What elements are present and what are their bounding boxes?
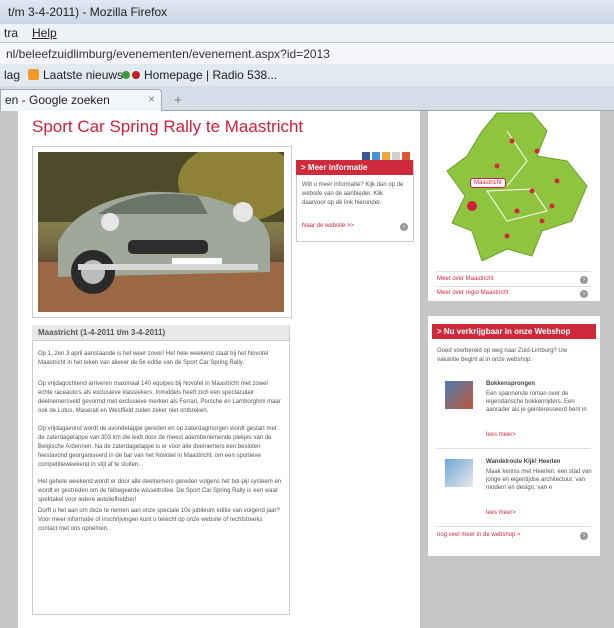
info-heading-text: > Meer informatie bbox=[301, 163, 368, 172]
book-thumbnail[interactable] bbox=[445, 381, 473, 409]
window-titlebar: t/m 3-4-2011) - Mozilla Firefox bbox=[0, 0, 614, 24]
tab-google-search[interactable]: en - Google zoeken × bbox=[0, 89, 162, 111]
twitter-icon[interactable] bbox=[372, 152, 380, 160]
article-heading-text: Maastricht (1-4-2011 t/m 3-4-2011) bbox=[38, 328, 166, 337]
arrow-icon[interactable]: › bbox=[580, 290, 588, 298]
plus-icon[interactable] bbox=[402, 152, 410, 160]
tab-strip: en - Google zoeken × + bbox=[0, 86, 614, 111]
rss-icon bbox=[28, 69, 39, 80]
share-icons bbox=[362, 147, 412, 160]
bookmark-latest-news[interactable]: Laatste nieuws bbox=[28, 68, 123, 82]
article-box bbox=[32, 325, 290, 615]
shop-item-desc: Maak kennis met Heerlen: een stad van jo… bbox=[486, 469, 592, 491]
website-link[interactable]: Naar de website >> bbox=[302, 223, 354, 229]
tab-label: en - Google zoeken bbox=[5, 93, 110, 107]
menu-item-help[interactable]: Help bbox=[32, 26, 57, 40]
article-paragraph: Het gehele weekend wordt er door alle de… bbox=[38, 479, 282, 503]
webshop-link[interactable]: nog veel meer in de webshop > bbox=[437, 532, 521, 538]
bookmark-label: Homepage | Radio 538... bbox=[144, 68, 278, 82]
info-text: Wilt u meer informatie? Kijk dan op de w… bbox=[302, 182, 404, 206]
article-paragraph: Durft u het aan om deze te nemen aan onz… bbox=[38, 508, 280, 532]
print-icon[interactable] bbox=[392, 152, 400, 160]
arrow-icon[interactable]: › bbox=[400, 223, 408, 231]
article-paragraph: Op 1, 2en 3 april aanstaande is het weer… bbox=[38, 351, 269, 366]
divider bbox=[437, 286, 591, 287]
article-heading: Maastricht (1-4-2011 t/m 3-4-2011) bbox=[32, 325, 289, 341]
shop-item-link[interactable]: lees meer> bbox=[486, 432, 516, 438]
divider bbox=[437, 271, 591, 272]
link-about-maastricht[interactable]: Meer over Maastricht bbox=[437, 276, 493, 282]
window-title: t/m 3-4-2011) - Mozilla Firefox bbox=[8, 5, 168, 19]
divider bbox=[437, 526, 591, 527]
shop-item-title[interactable]: Bokkensprongen bbox=[486, 381, 535, 387]
shop-heading-text: > Nu verkrijgbaar in onze Webshop bbox=[437, 327, 571, 336]
radio-icon bbox=[122, 71, 130, 79]
arrow-icon[interactable]: › bbox=[580, 276, 588, 284]
url-text[interactable]: nl/beleefzuidlimburg/evenementen/eveneme… bbox=[6, 47, 330, 61]
map-city-label[interactable]: Maastricht bbox=[470, 178, 506, 188]
shop-heading: > Nu verkrijgbaar in onze Webshop bbox=[432, 324, 596, 339]
bookmark-radio538[interactable]: Homepage | Radio 538... bbox=[122, 68, 277, 82]
radio-icon-dot bbox=[132, 71, 140, 79]
article-paragraph: Op vrijdagochtend arriveren maximaal 140… bbox=[38, 381, 281, 414]
bookmarks-toolbar: lag Laatste nieuws Homepage | Radio 538.… bbox=[0, 64, 614, 86]
new-tab-button[interactable]: + bbox=[170, 92, 186, 108]
route-thumbnail[interactable] bbox=[445, 459, 473, 487]
menu-item-extra[interactable]: tra bbox=[4, 26, 18, 40]
close-icon[interactable]: × bbox=[148, 92, 155, 106]
arrow-icon[interactable]: › bbox=[580, 532, 588, 540]
shop-intro: Goed voorbereid op weg naar Zuid-Limburg… bbox=[437, 348, 568, 363]
bookmark-label: Laatste nieuws bbox=[43, 68, 124, 82]
email-icon[interactable] bbox=[382, 152, 390, 160]
article-paragraph: Op vrijdagavond wordt de avondetappe ger… bbox=[38, 426, 277, 468]
region-map[interactable] bbox=[437, 111, 591, 262]
shop-item-desc: Een spannende roman over de legendarisch… bbox=[486, 391, 587, 413]
link-about-region[interactable]: Meer over regio Maastricht bbox=[437, 290, 508, 296]
shop-item-link[interactable]: lees meer> bbox=[486, 510, 516, 516]
page-title: Sport Car Spring Rally te Maastricht bbox=[32, 117, 304, 136]
address-bar[interactable]: nl/beleefzuidlimburg/evenementen/eveneme… bbox=[0, 42, 614, 66]
facebook-icon[interactable] bbox=[362, 152, 370, 160]
menu-bar: tra Help bbox=[0, 24, 614, 42]
shop-item-title[interactable]: Wandelroute Kijk! Heerlen bbox=[486, 459, 560, 465]
divider bbox=[437, 448, 591, 449]
event-photo bbox=[38, 152, 284, 312]
info-heading: > Meer informatie bbox=[296, 160, 413, 175]
bookmark-item-1[interactable]: lag bbox=[4, 68, 20, 82]
